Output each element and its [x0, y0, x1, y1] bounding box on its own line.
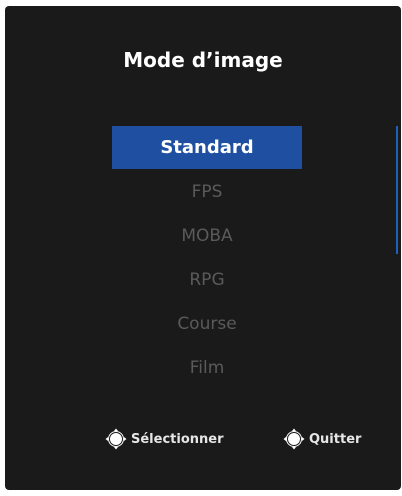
menu-item-course[interactable]: Course — [112, 303, 302, 346]
menu-item-rpg[interactable]: RPG — [112, 259, 302, 302]
quit-hint: Quitter — [283, 428, 361, 450]
joystick-select-icon — [105, 428, 127, 450]
select-hint: Sélectionner — [105, 428, 224, 450]
select-hint-label: Sélectionner — [131, 431, 224, 447]
menu-item-moba[interactable]: MOBA — [112, 215, 302, 258]
page-title: Mode d’image — [123, 48, 283, 72]
menu-item-fps[interactable]: FPS — [112, 171, 302, 214]
osd-panel: Mode d’image Standard FPS MOBA RPG Cours… — [5, 6, 401, 490]
scroll-indicator — [396, 126, 398, 254]
quit-hint-label: Quitter — [309, 431, 362, 447]
menu-item-film[interactable]: Film — [112, 347, 302, 390]
menu-item-standard[interactable]: Standard — [112, 126, 302, 169]
joystick-back-icon — [283, 428, 305, 450]
